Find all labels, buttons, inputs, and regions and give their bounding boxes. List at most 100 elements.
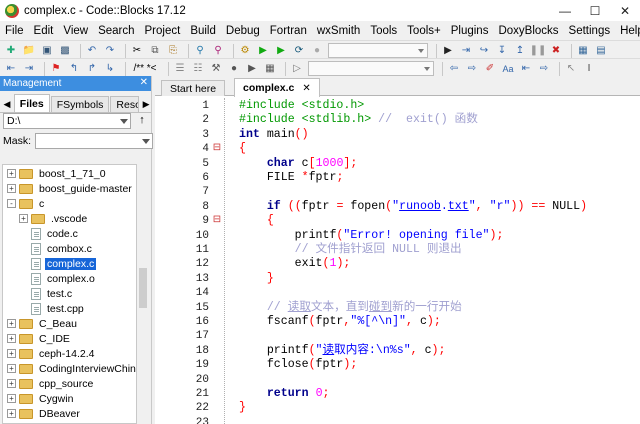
build-gear-icon[interactable]: ⚙ [238,44,252,58]
code-line[interactable]: 19 fclose(fptr); [155,358,640,372]
run-icon[interactable]: ▶ [256,44,270,58]
menu-build[interactable]: Build [185,25,221,37]
code-line[interactable]: 13 } [155,272,640,286]
scope-combo[interactable] [308,61,434,76]
step-into-icon[interactable]: ↧ [495,44,509,58]
folder-up-icon[interactable]: ↑ [135,114,149,128]
tree-folder[interactable]: + Cygwin [7,391,75,406]
code-line[interactable]: 3 int main() [155,128,640,142]
doxy-comment-icon[interactable]: /** *< [130,62,160,76]
step-out-icon[interactable]: ↥ [513,44,527,58]
scrollbar-thumb[interactable] [139,268,147,308]
fold-toggle-icon[interactable]: ⊟ [212,214,222,228]
bookmark-toggle-icon[interactable]: ⚑ [49,62,63,76]
expand-icon[interactable]: + [7,334,16,343]
code-line[interactable]: 12 exit(1); [155,257,640,271]
menu-edit[interactable]: Edit [29,25,59,37]
menu-tools-plus[interactable]: Tools+ [402,25,446,37]
menu-wxsmith[interactable]: wxSmith [312,25,365,37]
tab-resources[interactable]: Resources [110,96,140,112]
code-line[interactable]: 10 printf("Error! opening file"); [155,229,640,243]
tree-scrollbar[interactable] [137,164,149,424]
tree-folder[interactable]: + C_IDE [7,331,72,346]
doxy-config-icon[interactable]: ☷ [191,62,205,76]
nav-back-icon[interactable]: ⇦ [447,62,461,76]
code-line[interactable]: 9 ⊟ { [155,214,640,228]
expand-icon[interactable]: + [7,364,16,373]
bookmark-next-icon[interactable]: ↱ [85,62,99,76]
debug-run-icon[interactable]: ▶ [441,44,455,58]
menu-doxyblocks[interactable]: DoxyBlocks [493,25,563,37]
menu-settings[interactable]: Settings [564,25,616,37]
menu-tools[interactable]: Tools [365,25,402,37]
code-line[interactable]: 18 printf("读取内容:\n%s", c); [155,344,640,358]
match-case-icon[interactable]: Aa [501,62,515,76]
highlight-icon[interactable]: ✐ [483,62,497,76]
code-line[interactable]: 8 if ((fptr = fopen("runoob.txt", "r")) … [155,200,640,214]
paste-icon[interactable]: ⎘ [166,44,180,58]
expand-icon[interactable]: + [7,184,16,193]
code-line[interactable]: 14 [155,286,640,300]
code-line[interactable]: 22} [155,401,640,415]
mask-input[interactable] [35,133,154,149]
code-line[interactable]: 11 // 文件指针返回 NULL 则退出 [155,243,640,257]
code-line[interactable]: 4 ⊟ { [155,142,640,156]
menu-fortran[interactable]: Fortran [265,25,312,37]
code-line[interactable]: 15 // 读取文本，直到碰到新的一行开始 [155,301,640,315]
menu-project[interactable]: Project [140,25,186,37]
menu-help[interactable]: Help [615,25,640,37]
tree-file[interactable]: complex.o [19,271,97,286]
menu-view[interactable]: View [58,25,93,37]
regex-icon[interactable]: ⇤ [519,62,533,76]
expand-icon[interactable]: + [7,319,16,328]
tree-file[interactable]: test.cpp [19,301,86,316]
fold-toggle-icon[interactable]: ⊟ [212,142,222,156]
code-line[interactable]: 20 [155,373,640,387]
undo-icon[interactable]: ↶ [85,44,99,58]
debug-windows-icon[interactable]: ▦ [576,44,590,58]
find-icon[interactable]: ⚲ [193,44,207,58]
close-icon[interactable]: ✕ [140,77,148,88]
maximize-button[interactable]: ☐ [580,0,610,21]
select-arrow-icon[interactable]: ↖ [564,62,578,76]
code-line[interactable]: 6 FILE *fptr; [155,171,640,185]
bookmark-prev-icon[interactable]: ↰ [67,62,81,76]
build-target-combo[interactable] [328,43,428,58]
tab-complex-c[interactable]: complex.c ✕ [234,78,320,97]
collapse-icon[interactable]: - [7,199,16,208]
code-line[interactable]: 5 char c[1000]; [155,157,640,171]
expand-icon[interactable]: + [7,379,16,388]
tab-files[interactable]: Files [13,94,50,112]
info-icon[interactable]: ▤ [594,44,608,58]
tree-folder[interactable]: + C_Beau [7,316,79,331]
nav-forward-icon[interactable]: ⇨ [465,62,479,76]
tree-folder[interactable]: + .vscode [19,211,89,226]
next-line-icon[interactable]: ↪ [477,44,491,58]
tree-file[interactable]: test.c [19,286,74,301]
abort-icon[interactable]: ● [310,44,324,58]
tab-scroll-right-icon[interactable]: ▶ [141,97,151,111]
redo-icon[interactable]: ↷ [103,44,117,58]
path-combo[interactable]: D:\ [3,113,131,129]
code-line[interactable]: 7 [155,185,640,199]
tab-fsymbols[interactable]: FSymbols [50,96,110,112]
expand-icon[interactable]: + [7,169,16,178]
tree-folder[interactable]: -c [7,196,46,211]
minimize-button[interactable]: — [550,0,580,21]
code-line[interactable]: 2 #include <stdlib.h> // exit() 函数 [155,113,640,127]
tree-folder[interactable]: + DBeaver [7,406,82,421]
menu-search[interactable]: Search [93,25,139,37]
doxy-extract-icon[interactable]: ● [227,62,241,76]
find-next-icon[interactable]: ⇨ [537,62,551,76]
expand-icon[interactable]: + [19,214,28,223]
tree-folder[interactable]: + cpp_source [7,376,95,391]
save-all-icon[interactable]: ▩ [58,44,72,58]
cut-icon[interactable]: ✂ [130,44,144,58]
menu-file[interactable]: File [0,25,29,37]
open-icon[interactable]: 📁 [22,44,36,58]
bookmark-clear-icon[interactable]: ↳ [103,62,117,76]
close-icon[interactable]: ✕ [302,83,310,94]
code-completion-icon[interactable]: ▷ [290,62,304,76]
tree-folder[interactable]: + CodingInterviewChines [7,361,136,376]
expand-icon[interactable]: + [7,349,16,358]
